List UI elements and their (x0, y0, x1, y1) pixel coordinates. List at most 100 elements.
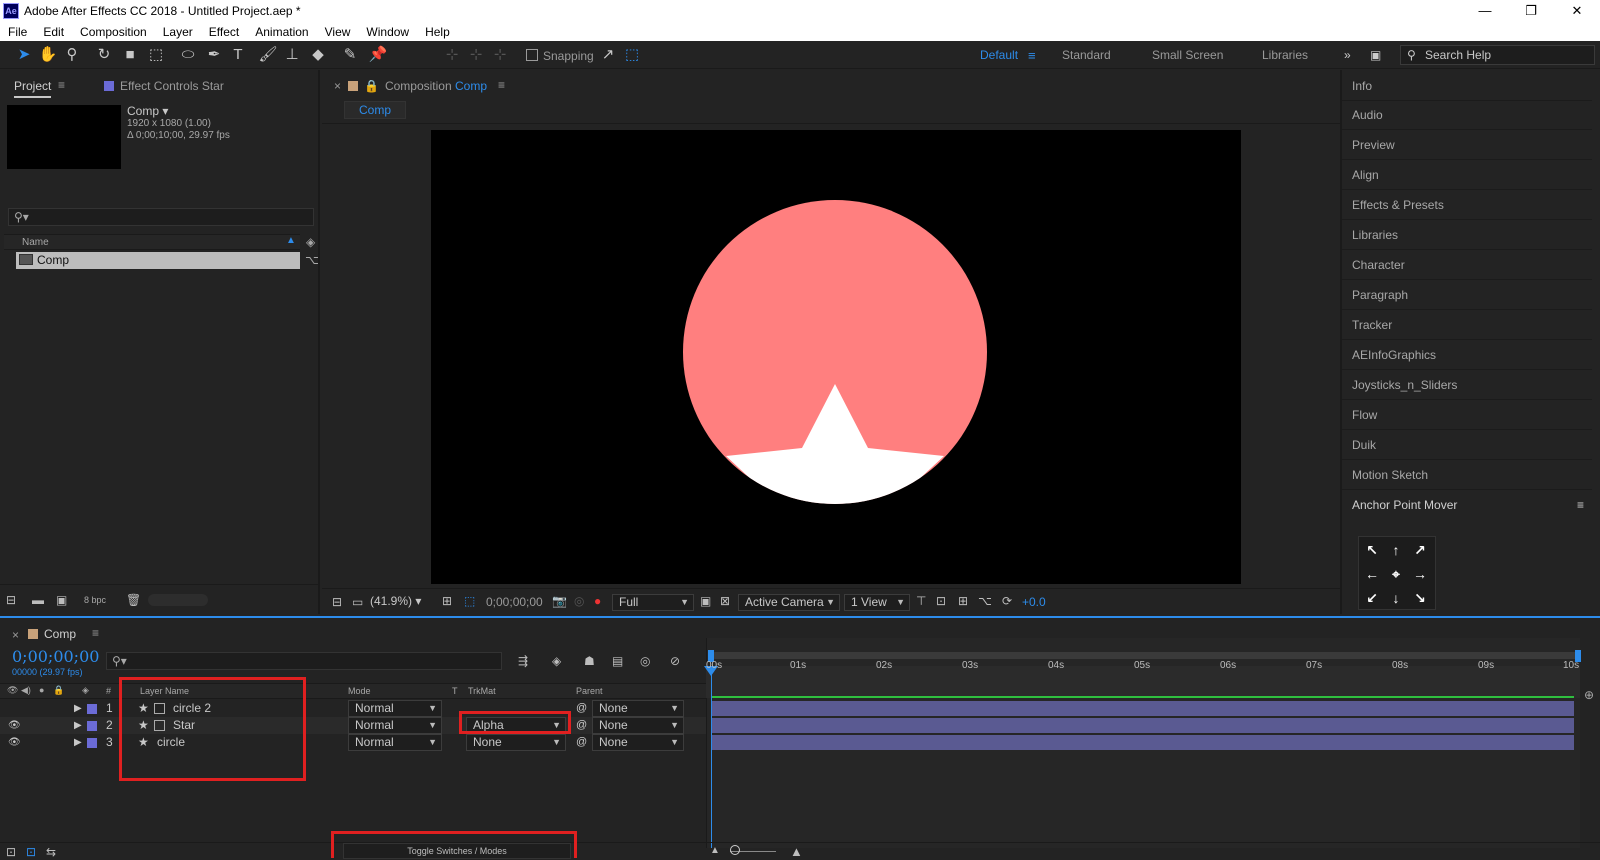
panel-joysticks-sliders[interactable]: Joysticks_n_Sliders (1342, 371, 1592, 400)
expand-layer-icon[interactable]: ▶ (74, 700, 82, 717)
tab-timeline-comp[interactable]: Comp (28, 627, 76, 641)
panel-duik[interactable]: Duik (1342, 431, 1592, 460)
axis-local-icon[interactable]: ⊹ (442, 45, 462, 65)
transparency-icon[interactable]: ⊠ (720, 594, 730, 608)
axis-view-icon[interactable]: ⊹ (490, 45, 510, 65)
layer-label-swatch[interactable] (87, 721, 97, 731)
layer-mode-dropdown[interactable]: Normal ▼ (348, 717, 442, 734)
layer-switches-icon[interactable]: ⊡ (6, 845, 16, 859)
panel-audio[interactable]: Audio (1342, 101, 1592, 130)
layer-trkmat-dropdown[interactable]: None ▼ (466, 734, 566, 751)
panel-aeinfographics[interactable]: AEInfoGraphics (1342, 341, 1592, 370)
comp-menu-icon[interactable]: ≡ (498, 78, 505, 92)
project-item-comp[interactable]: Comp (16, 252, 300, 269)
reset-exposure-icon[interactable]: ⟳ (1002, 594, 1012, 608)
lock-switch-icon[interactable]: 🔒 (53, 685, 64, 696)
expand-layer-icon[interactable]: ▶ (74, 734, 82, 751)
project-menu-icon[interactable]: ≡ (58, 78, 65, 92)
draft-3d-icon[interactable]: ◈ (552, 654, 561, 668)
workspace-default[interactable]: Default (980, 48, 1018, 62)
column-trkmat[interactable]: TrkMat (468, 686, 496, 696)
zoom-in-icon[interactable]: ▲ (790, 844, 803, 859)
always-preview-icon[interactable]: ⊟ (332, 595, 342, 609)
layer-label-swatch[interactable] (87, 738, 97, 748)
maximize-button[interactable]: ❐ (1508, 0, 1554, 22)
panel-tracker[interactable]: Tracker (1342, 311, 1592, 340)
zoom-out-icon[interactable]: ▲ (710, 845, 720, 856)
anchor-right-button[interactable]: → (1409, 563, 1431, 585)
pen-tool-icon[interactable]: ✒ (204, 45, 224, 65)
thumbnail-slider[interactable] (148, 594, 208, 606)
layer-row[interactable]: 👁 ▶ 3 ★ circle Normal ▼ None ▼ @ None ▼ (0, 734, 710, 751)
in-out-icon[interactable]: ⇆ (46, 845, 56, 859)
layer-mode-dropdown[interactable]: Normal ▼ (348, 734, 442, 751)
pixel-aspect-icon[interactable]: ⊤ (916, 594, 926, 608)
workspace-small-screen[interactable]: Small Screen (1152, 48, 1223, 62)
workspace-libraries[interactable]: Libraries (1262, 48, 1308, 62)
ellipse-tool-icon[interactable]: ⬭ (178, 45, 198, 65)
interpret-footage-icon[interactable]: ⊟ (6, 593, 16, 607)
column-t[interactable]: T (452, 686, 458, 696)
panel-effects-presets[interactable]: Effects & Presets (1342, 191, 1592, 220)
parent-pickwhip-icon[interactable]: @ (576, 717, 587, 734)
brush-tool-icon[interactable]: 🖌 (258, 45, 278, 65)
panel-character[interactable]: Character (1342, 251, 1592, 280)
region-of-interest-icon[interactable]: ▣ (700, 594, 711, 608)
panel-motion-sketch[interactable]: Motion Sketch (1342, 461, 1592, 490)
panel-flow[interactable]: Flow (1342, 401, 1592, 430)
composition-viewer[interactable] (431, 130, 1241, 584)
layer-parent-dropdown[interactable]: None ▼ (592, 717, 684, 734)
clone-stamp-tool-icon[interactable]: ⊥ (282, 45, 302, 65)
viewer-timecode[interactable]: 0;00;00;00 (486, 595, 543, 609)
menu-layer[interactable]: Layer (155, 25, 201, 39)
search-help-input[interactable]: ⚲ Search Help (1400, 45, 1595, 65)
video-visible-icon[interactable]: 👁 (8, 734, 21, 751)
hand-tool-icon[interactable]: ✋ (38, 45, 58, 65)
audio-switch-icon[interactable]: ◀) (21, 685, 31, 696)
hide-shy-layers-icon[interactable]: ☗ (584, 654, 595, 668)
puppet-pin-tool-icon[interactable]: 📌 (368, 45, 388, 65)
column-name[interactable]: Name (22, 237, 49, 248)
layer-parent-dropdown[interactable]: None ▼ (592, 734, 684, 751)
panel-info[interactable]: Info (1342, 72, 1592, 101)
lock-icon[interactable]: 🔒 (364, 79, 379, 93)
menu-file[interactable]: File (0, 25, 35, 39)
snap-edges-icon[interactable]: ↗ (598, 45, 618, 65)
column-parent[interactable]: Parent (576, 686, 603, 696)
exposure-value[interactable]: +0.0 (1022, 595, 1046, 609)
project-search-input[interactable]: ⚲▾ (8, 208, 314, 226)
timeline-search-input[interactable]: ⚲▾ (106, 652, 502, 670)
workspace-standard[interactable]: Standard (1062, 48, 1111, 62)
timeline-zoom-handle[interactable] (730, 845, 740, 855)
safe-zones-icon[interactable]: ⊞ (442, 594, 452, 608)
flowchart-icon[interactable]: ⌥ (305, 253, 319, 267)
layer-bar[interactable] (712, 701, 1574, 716)
minimize-button[interactable]: — (1462, 0, 1508, 22)
preview-icon[interactable]: ▣ (1370, 48, 1381, 62)
timeline-menu-icon[interactable]: ≡ (92, 626, 99, 640)
motion-blur-icon[interactable]: ◎ (640, 654, 650, 668)
anchor-bottom-right-button[interactable]: ↘ (1409, 587, 1431, 609)
workspace-overflow-icon[interactable]: » (1344, 48, 1351, 62)
transparency-grid-icon[interactable]: ⬚ (464, 594, 475, 608)
panel-paragraph[interactable]: Paragraph (1342, 281, 1592, 310)
panel-anchor-point-mover[interactable]: Anchor Point Mover ≡ (1342, 491, 1592, 520)
bit-depth-label[interactable]: 8 bpc (84, 595, 106, 605)
new-composition-icon[interactable]: ▣ (56, 593, 67, 607)
panel-align[interactable]: Align (1342, 161, 1592, 190)
resolution-dropdown[interactable]: Full ▼ (612, 594, 694, 611)
rotate-tool-icon[interactable]: ↻ (94, 45, 114, 65)
new-folder-icon[interactable]: ▬ (32, 593, 44, 607)
anchor-top-right-button[interactable]: ↗ (1409, 539, 1431, 561)
show-snapshot-icon[interactable]: ◎ (574, 594, 584, 608)
layer-label-swatch[interactable] (87, 704, 97, 714)
eraser-tool-icon[interactable]: ◆ (308, 45, 328, 65)
item-name[interactable]: Comp ▾ (127, 104, 168, 118)
anchor-bottom-left-button[interactable]: ↙ (1361, 587, 1383, 609)
type-tool-icon[interactable]: T (228, 45, 248, 65)
view-layout-dropdown[interactable]: 1 View ▼ (844, 594, 910, 611)
comp-navigator-tab[interactable]: Comp (344, 101, 406, 119)
comp-mini-flowchart-icon[interactable]: ⇶ (518, 654, 528, 668)
sort-ascending-icon[interactable]: ▲ (286, 235, 296, 246)
frame-blending-icon[interactable]: ▤ (612, 654, 623, 668)
